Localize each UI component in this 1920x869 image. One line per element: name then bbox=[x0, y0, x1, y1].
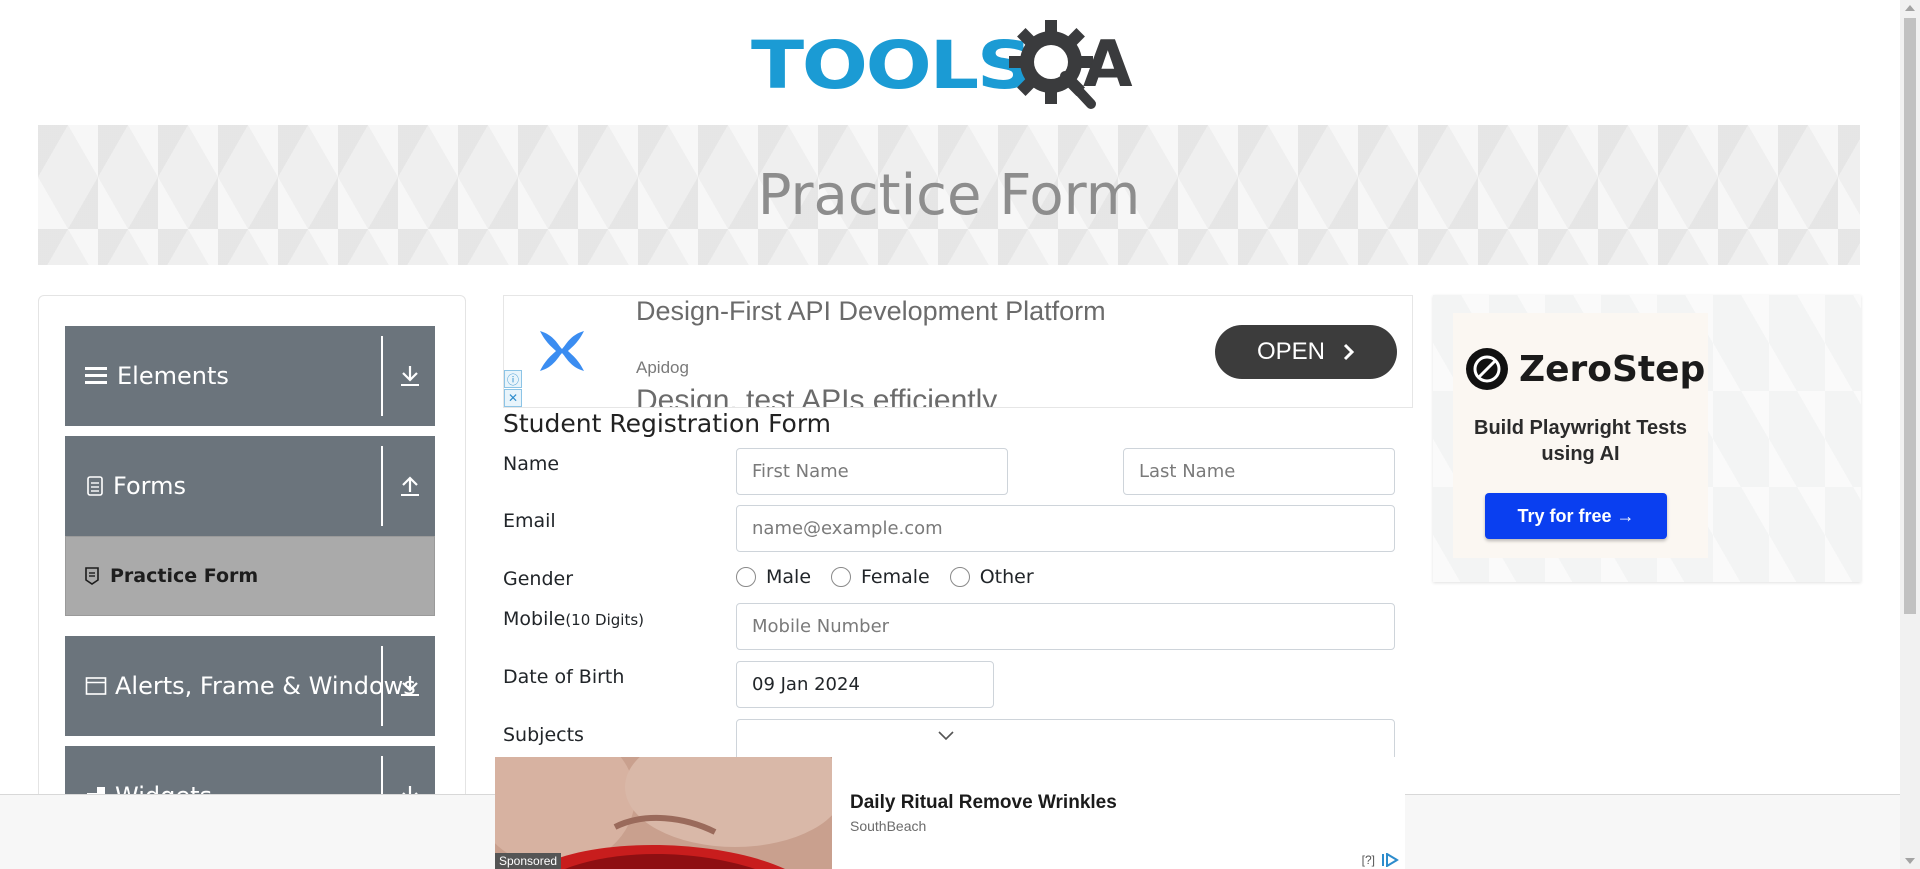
last-name-input[interactable] bbox=[1123, 448, 1395, 495]
apidog-logo-icon bbox=[540, 331, 584, 371]
radio-circle[interactable] bbox=[831, 567, 852, 587]
ad-open-label: OPEN bbox=[1256, 338, 1325, 365]
ad-help-link[interactable]: [?] bbox=[1362, 853, 1375, 867]
ad-brand: Apidog bbox=[636, 358, 689, 377]
zerostep-icon bbox=[1466, 348, 1508, 390]
zerostep-brand: ZeroStep bbox=[1519, 348, 1706, 390]
top-advertisement[interactable]: Design-First API Development Platform Ap… bbox=[503, 295, 1413, 408]
sidebar-group-elements[interactable]: Elements bbox=[65, 326, 435, 426]
ad-info-icon[interactable]: ⓘ bbox=[504, 370, 522, 388]
sidebar-item-label: Practice Form bbox=[110, 565, 259, 587]
divider bbox=[381, 646, 383, 726]
ad-source: SouthBeach bbox=[850, 818, 927, 834]
mobile-label-text: Mobile bbox=[503, 608, 566, 630]
zerostep-logo: ZeroStep bbox=[1465, 347, 1705, 391]
first-name-input[interactable] bbox=[736, 448, 1008, 495]
window-icon bbox=[85, 677, 107, 695]
radio-label: Female bbox=[861, 566, 930, 588]
sponsored-ad[interactable]: Sponsored Daily Ritual Remove Wrinkles S… bbox=[495, 757, 1405, 869]
gender-male-radio[interactable]: Male bbox=[736, 566, 811, 588]
gender-other-radio[interactable]: Other bbox=[949, 566, 1034, 588]
gender-female-radio[interactable]: Female bbox=[831, 566, 930, 588]
sidebar-group-label: Elements bbox=[117, 362, 229, 390]
radio-circle[interactable] bbox=[736, 567, 756, 587]
ad-close-icon[interactable]: ✕ bbox=[504, 389, 522, 407]
scroll-down-arrow[interactable] bbox=[1905, 858, 1915, 864]
upload-icon[interactable] bbox=[395, 470, 425, 502]
ad-description: Design, test APIs efficiently bbox=[636, 384, 998, 408]
sidebar-group-label: Forms bbox=[113, 472, 186, 500]
try-for-free-button[interactable]: Try for free → bbox=[1485, 493, 1667, 539]
scrollbar-thumb[interactable] bbox=[1904, 18, 1916, 614]
ad-title: Design-First API Development Platform bbox=[636, 296, 1106, 326]
sidebar-group-forms[interactable]: Forms bbox=[65, 436, 435, 536]
gender-options: Male Female Other bbox=[736, 566, 1034, 588]
page-banner: Practice Form bbox=[38, 125, 1860, 265]
radio-label: Other bbox=[979, 566, 1034, 588]
gender-label: Gender bbox=[503, 568, 574, 590]
divider bbox=[381, 446, 383, 526]
page-title: Practice Form bbox=[757, 162, 1141, 228]
sidebar-item-practice-form[interactable]: Practice Form bbox=[65, 536, 435, 616]
mobile-input[interactable] bbox=[736, 603, 1395, 650]
page-scrollbar[interactable] bbox=[1900, 0, 1920, 869]
form-title: Student Registration Form bbox=[503, 409, 832, 438]
hamburger-icon bbox=[85, 367, 107, 384]
sidebar: Elements Forms Practice Form Alerts, Fra… bbox=[38, 295, 466, 815]
ad-image[interactable]: Sponsored bbox=[495, 757, 832, 869]
email-label: Email bbox=[503, 510, 556, 532]
mobile-label: Mobile(10 Digits) bbox=[503, 608, 644, 630]
right-advertisement[interactable]: ZeroStep Build Playwright Tests using AI… bbox=[1433, 295, 1861, 582]
radio-label: Male bbox=[766, 566, 812, 588]
email-input[interactable] bbox=[736, 505, 1395, 552]
download-icon[interactable] bbox=[395, 670, 425, 702]
sponsored-tag: Sponsored bbox=[495, 853, 562, 869]
dob-label: Date of Birth bbox=[503, 666, 625, 688]
mobile-hint: (10 Digits) bbox=[565, 611, 644, 629]
logo-text: TOOLS bbox=[751, 27, 1033, 104]
download-icon[interactable] bbox=[395, 360, 425, 392]
document-icon bbox=[87, 476, 103, 496]
logo-suffix: A bbox=[1083, 28, 1133, 102]
form-icon bbox=[85, 567, 99, 585]
subjects-label: Subjects bbox=[503, 724, 584, 746]
name-label: Name bbox=[503, 453, 560, 475]
ad-headline[interactable]: Daily Ritual Remove Wrinkles bbox=[850, 792, 1117, 814]
divider bbox=[381, 336, 383, 416]
chevron-down-icon[interactable] bbox=[937, 730, 955, 742]
radio-circle[interactable] bbox=[949, 567, 970, 587]
ad-open-button[interactable]: OPEN bbox=[1215, 325, 1397, 379]
scroll-up-arrow[interactable] bbox=[1905, 5, 1915, 11]
dob-input[interactable] bbox=[736, 661, 994, 708]
zerostep-text: Build Playwright Tests using AI bbox=[1474, 417, 1687, 465]
sidebar-group-alerts[interactable]: Alerts, Frame & Windows bbox=[65, 636, 435, 736]
sidebar-group-label: Alerts, Frame & Windows bbox=[115, 672, 416, 700]
toolsqa-logo[interactable]: TOOLS A bbox=[751, 20, 1153, 112]
chevron-right-icon bbox=[1343, 343, 1355, 361]
adchoices-icon[interactable] bbox=[1381, 853, 1399, 867]
